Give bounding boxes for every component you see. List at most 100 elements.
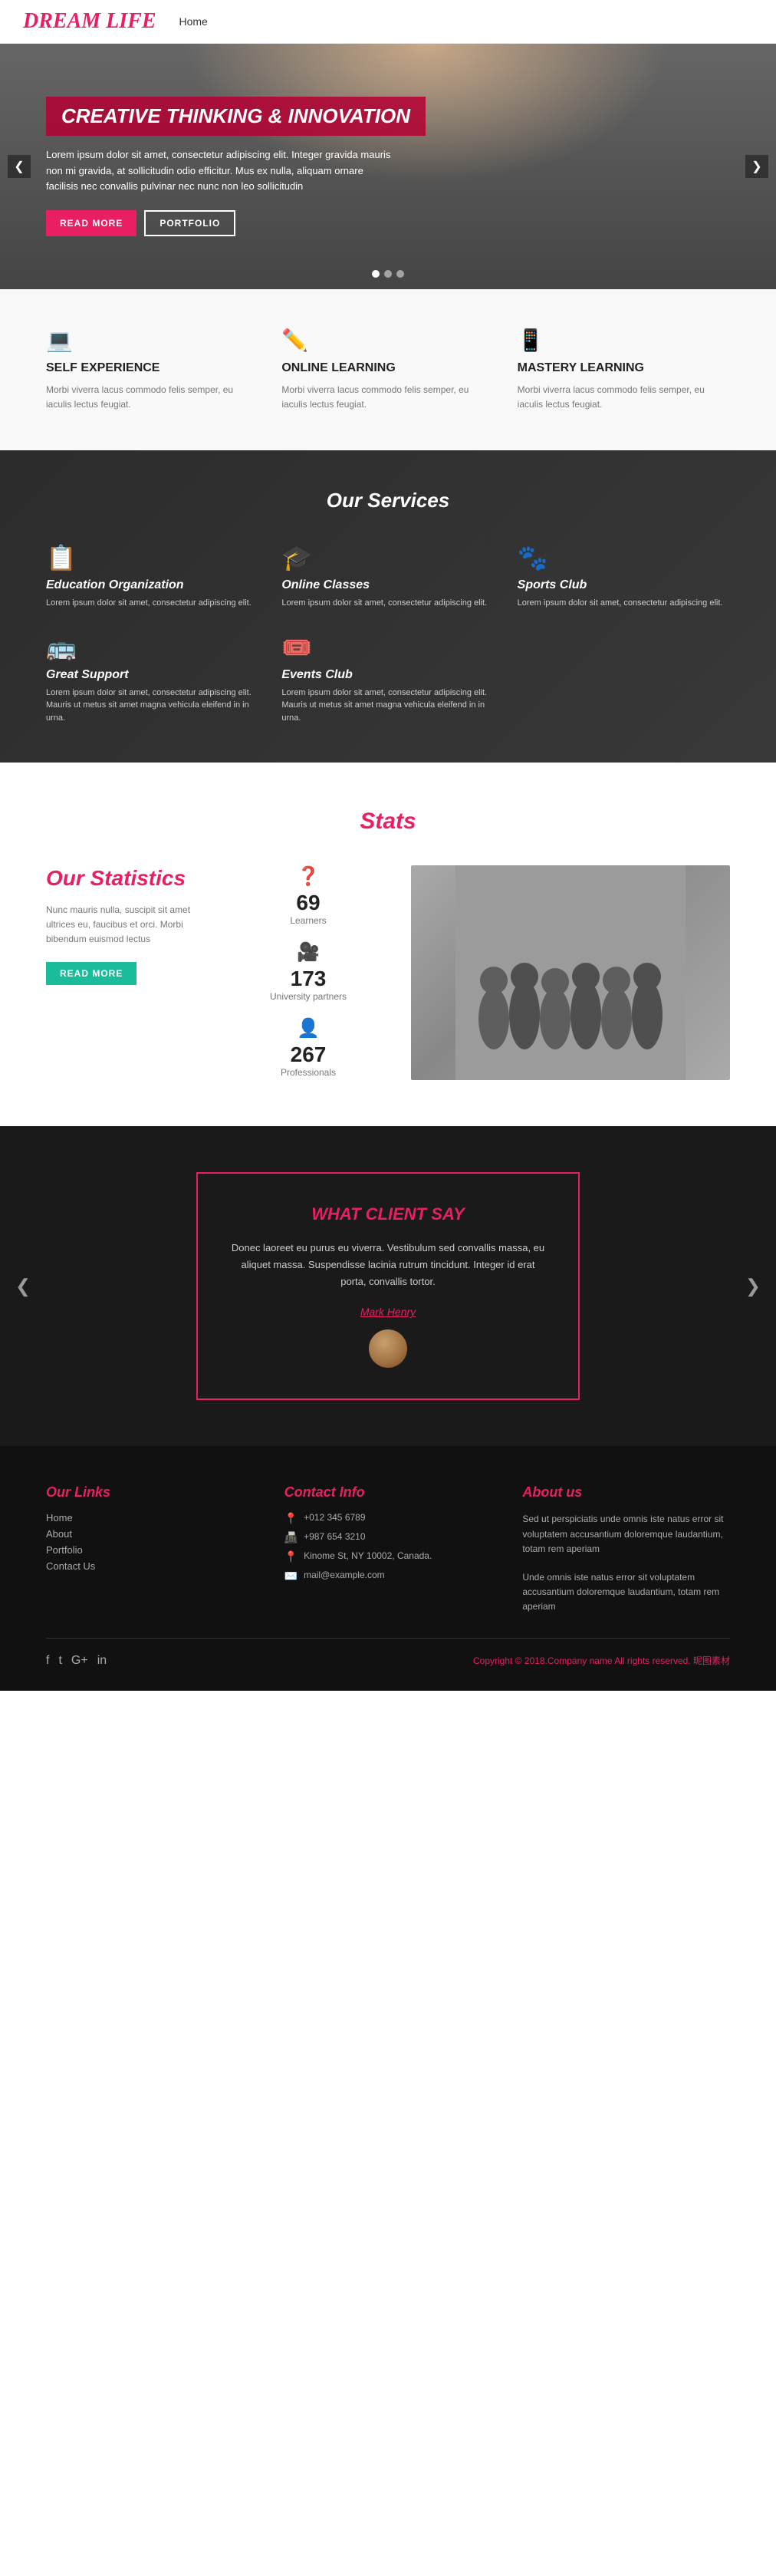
hero-buttons: READ MORE PORTFOLIO: [46, 210, 730, 236]
contact-address: 📍 Kinome St, NY 10002, Canada.: [284, 1550, 492, 1563]
hero-title: CREATIVE THINKING & INNOVATION: [46, 97, 426, 136]
portfolio-button[interactable]: PORTFOLIO: [144, 210, 235, 236]
footer-bottom: f t G+ in Copyright © 2018.Company name …: [46, 1638, 730, 1668]
service-name-4: Great Support: [46, 668, 258, 682]
header: DREAM LIFE Home: [0, 0, 776, 44]
service-name-5: Events Club: [281, 668, 494, 682]
stats-image-inner: [411, 865, 730, 1080]
feature-text-3: Morbi viverra lacus commodo felis semper…: [518, 383, 730, 412]
testimonial-prev-arrow[interactable]: ❮: [15, 1275, 31, 1297]
feature-mastery-learning: 📱 MASTERY LEARNING Morbi viverra lacus c…: [518, 328, 730, 412]
pencil-icon: ✏️: [281, 328, 494, 353]
email-icon: ✉️: [284, 1570, 298, 1583]
read-more-button[interactable]: READ MORE: [46, 210, 136, 236]
footer-link-home[interactable]: Home: [46, 1512, 254, 1524]
testimonial-author: Mark Henry: [229, 1306, 547, 1318]
footer-links-col: Our Links Home About Portfolio Contact U…: [46, 1484, 254, 1614]
service-text-1: Lorem ipsum dolor sit amet, consectetur …: [46, 597, 258, 610]
contact-phone2: 📠 +987 654 3210: [284, 1531, 492, 1544]
testimonial-section: ❮ WHAT CLIENT SAY Donec laoreet eu purus…: [0, 1126, 776, 1446]
stats-left-title: Our Statistics: [46, 865, 206, 891]
hero-dot-2[interactable]: [384, 270, 392, 278]
service-name-1: Education Organization: [46, 578, 258, 592]
feature-online-learning: ✏️ ONLINE LEARNING Morbi viverra lacus c…: [281, 328, 494, 412]
avatar: [369, 1329, 407, 1368]
footer-grid: Our Links Home About Portfolio Contact U…: [46, 1484, 730, 1614]
service-events: 🎟️ Events Club Lorem ipsum dolor sit ame…: [281, 633, 494, 725]
footer-link-portfolio[interactable]: Portfolio: [46, 1544, 254, 1556]
avatar-image: [369, 1329, 407, 1368]
university-label: University partners: [270, 991, 347, 1002]
footer-contact-col: Contact Info 📍 +012 345 6789 📠 +987 654 …: [284, 1484, 492, 1614]
footer-link-about[interactable]: About: [46, 1528, 254, 1540]
service-support: 🚌 Great Support Lorem ipsum dolor sit am…: [46, 633, 258, 725]
feature-self-experience: 💻 SELF EXPERIENCE Morbi viverra lacus co…: [46, 328, 258, 412]
footer-about-title: About us: [522, 1484, 730, 1500]
footer-link-contact[interactable]: Contact Us: [46, 1560, 254, 1572]
stats-content: Our Statistics Nunc mauris nulla, suscip…: [46, 865, 730, 1080]
services-bottom-row: 🚌 Great Support Lorem ipsum dolor sit am…: [46, 633, 730, 725]
nav-home[interactable]: Home: [179, 15, 208, 28]
contact-phone1: 📍 +012 345 6789: [284, 1512, 492, 1525]
feature-text-1: Morbi viverra lacus commodo felis semper…: [46, 383, 258, 412]
stat-university: 🎥 173 University partners: [229, 941, 388, 1002]
footer-about-text: Sed ut perspiciatis unde omnis iste natu…: [522, 1512, 730, 1556]
video-icon: 🎥: [297, 941, 320, 964]
service-text-3: Lorem ipsum dolor sit amet, consectetur …: [518, 597, 730, 610]
service-education: 📋 Education Organization Lorem ipsum dol…: [46, 543, 258, 610]
phone-icon: 📱: [518, 328, 730, 353]
question-icon: ❓: [297, 865, 320, 888]
feature-title-2: ONLINE LEARNING: [281, 361, 494, 377]
contact-phone1-text: +012 345 6789: [304, 1512, 365, 1523]
linkedin-icon[interactable]: in: [97, 1654, 107, 1668]
facebook-icon[interactable]: f: [46, 1654, 49, 1668]
stat-learners: ❓ 69 Learners: [229, 865, 388, 926]
copyright-brand: 昵图素材: [693, 1655, 730, 1666]
person-icon: 👤: [297, 1017, 320, 1039]
events-icon: 🎟️: [281, 633, 494, 662]
footer: Our Links Home About Portfolio Contact U…: [0, 1446, 776, 1690]
twitter-icon[interactable]: t: [58, 1654, 61, 1668]
professionals-label: Professionals: [281, 1067, 336, 1078]
service-text-4: Lorem ipsum dolor sit amet, consectetur …: [46, 687, 258, 725]
service-text-2: Lorem ipsum dolor sit amet, consectetur …: [281, 597, 494, 610]
service-name-2: Online Classes: [281, 578, 494, 592]
fax-icon: 📠: [284, 1531, 298, 1544]
hero-prev-arrow[interactable]: ❮: [8, 155, 31, 178]
contact-address-text: Kinome St, NY 10002, Canada.: [304, 1550, 432, 1561]
hero-content: CREATIVE THINKING & INNOVATION Lorem ips…: [46, 97, 730, 236]
features-section: 💻 SELF EXPERIENCE Morbi viverra lacus co…: [0, 289, 776, 450]
sports-icon: 🐾: [518, 543, 730, 572]
footer-contact-title: Contact Info: [284, 1484, 492, 1500]
service-name-3: Sports Club: [518, 578, 730, 592]
hero-dot-3[interactable]: [396, 270, 404, 278]
stats-image: [411, 865, 730, 1080]
testimonial-box: WHAT CLIENT SAY Donec laoreet eu purus e…: [196, 1172, 580, 1400]
hero-dots: [372, 270, 404, 278]
graduation-icon: 🎓: [281, 543, 494, 572]
stats-left: Our Statistics Nunc mauris nulla, suscip…: [46, 865, 206, 985]
learners-number: 69: [296, 891, 320, 915]
social-links: f t G+ in: [46, 1654, 107, 1668]
service-online-classes: 🎓 Online Classes Lorem ipsum dolor sit a…: [281, 543, 494, 610]
testimonial-next-arrow[interactable]: ❯: [745, 1275, 761, 1297]
education-icon: 📋: [46, 543, 258, 572]
logo: DREAM LIFE: [23, 9, 156, 34]
services-inner: Our Services 📋 Education Organization Lo…: [46, 489, 730, 724]
service-text-5: Lorem ipsum dolor sit amet, consectetur …: [281, 687, 494, 725]
footer-copyright: Copyright © 2018.Company name All rights…: [473, 1654, 730, 1667]
feature-title-3: MASTERY LEARNING: [518, 361, 730, 377]
university-number: 173: [291, 967, 327, 991]
footer-links-title: Our Links: [46, 1484, 254, 1500]
feature-text-2: Morbi viverra lacus commodo felis semper…: [281, 383, 494, 412]
stats-section-title: Stats: [46, 809, 730, 835]
stats-read-more-button[interactable]: READ MORE: [46, 962, 136, 985]
stats-section: Stats Our Statistics Nunc mauris nulla, …: [0, 763, 776, 1126]
services-section: Our Services 📋 Education Organization Lo…: [0, 450, 776, 763]
service-sports: 🐾 Sports Club Lorem ipsum dolor sit amet…: [518, 543, 730, 610]
footer-about-text-2: Unde omnis iste natus error sit voluptat…: [522, 1570, 730, 1615]
hero-dot-1[interactable]: [372, 270, 380, 278]
feature-title-1: SELF EXPERIENCE: [46, 361, 258, 377]
hero-next-arrow[interactable]: ❯: [745, 155, 768, 178]
google-plus-icon[interactable]: G+: [71, 1654, 88, 1668]
